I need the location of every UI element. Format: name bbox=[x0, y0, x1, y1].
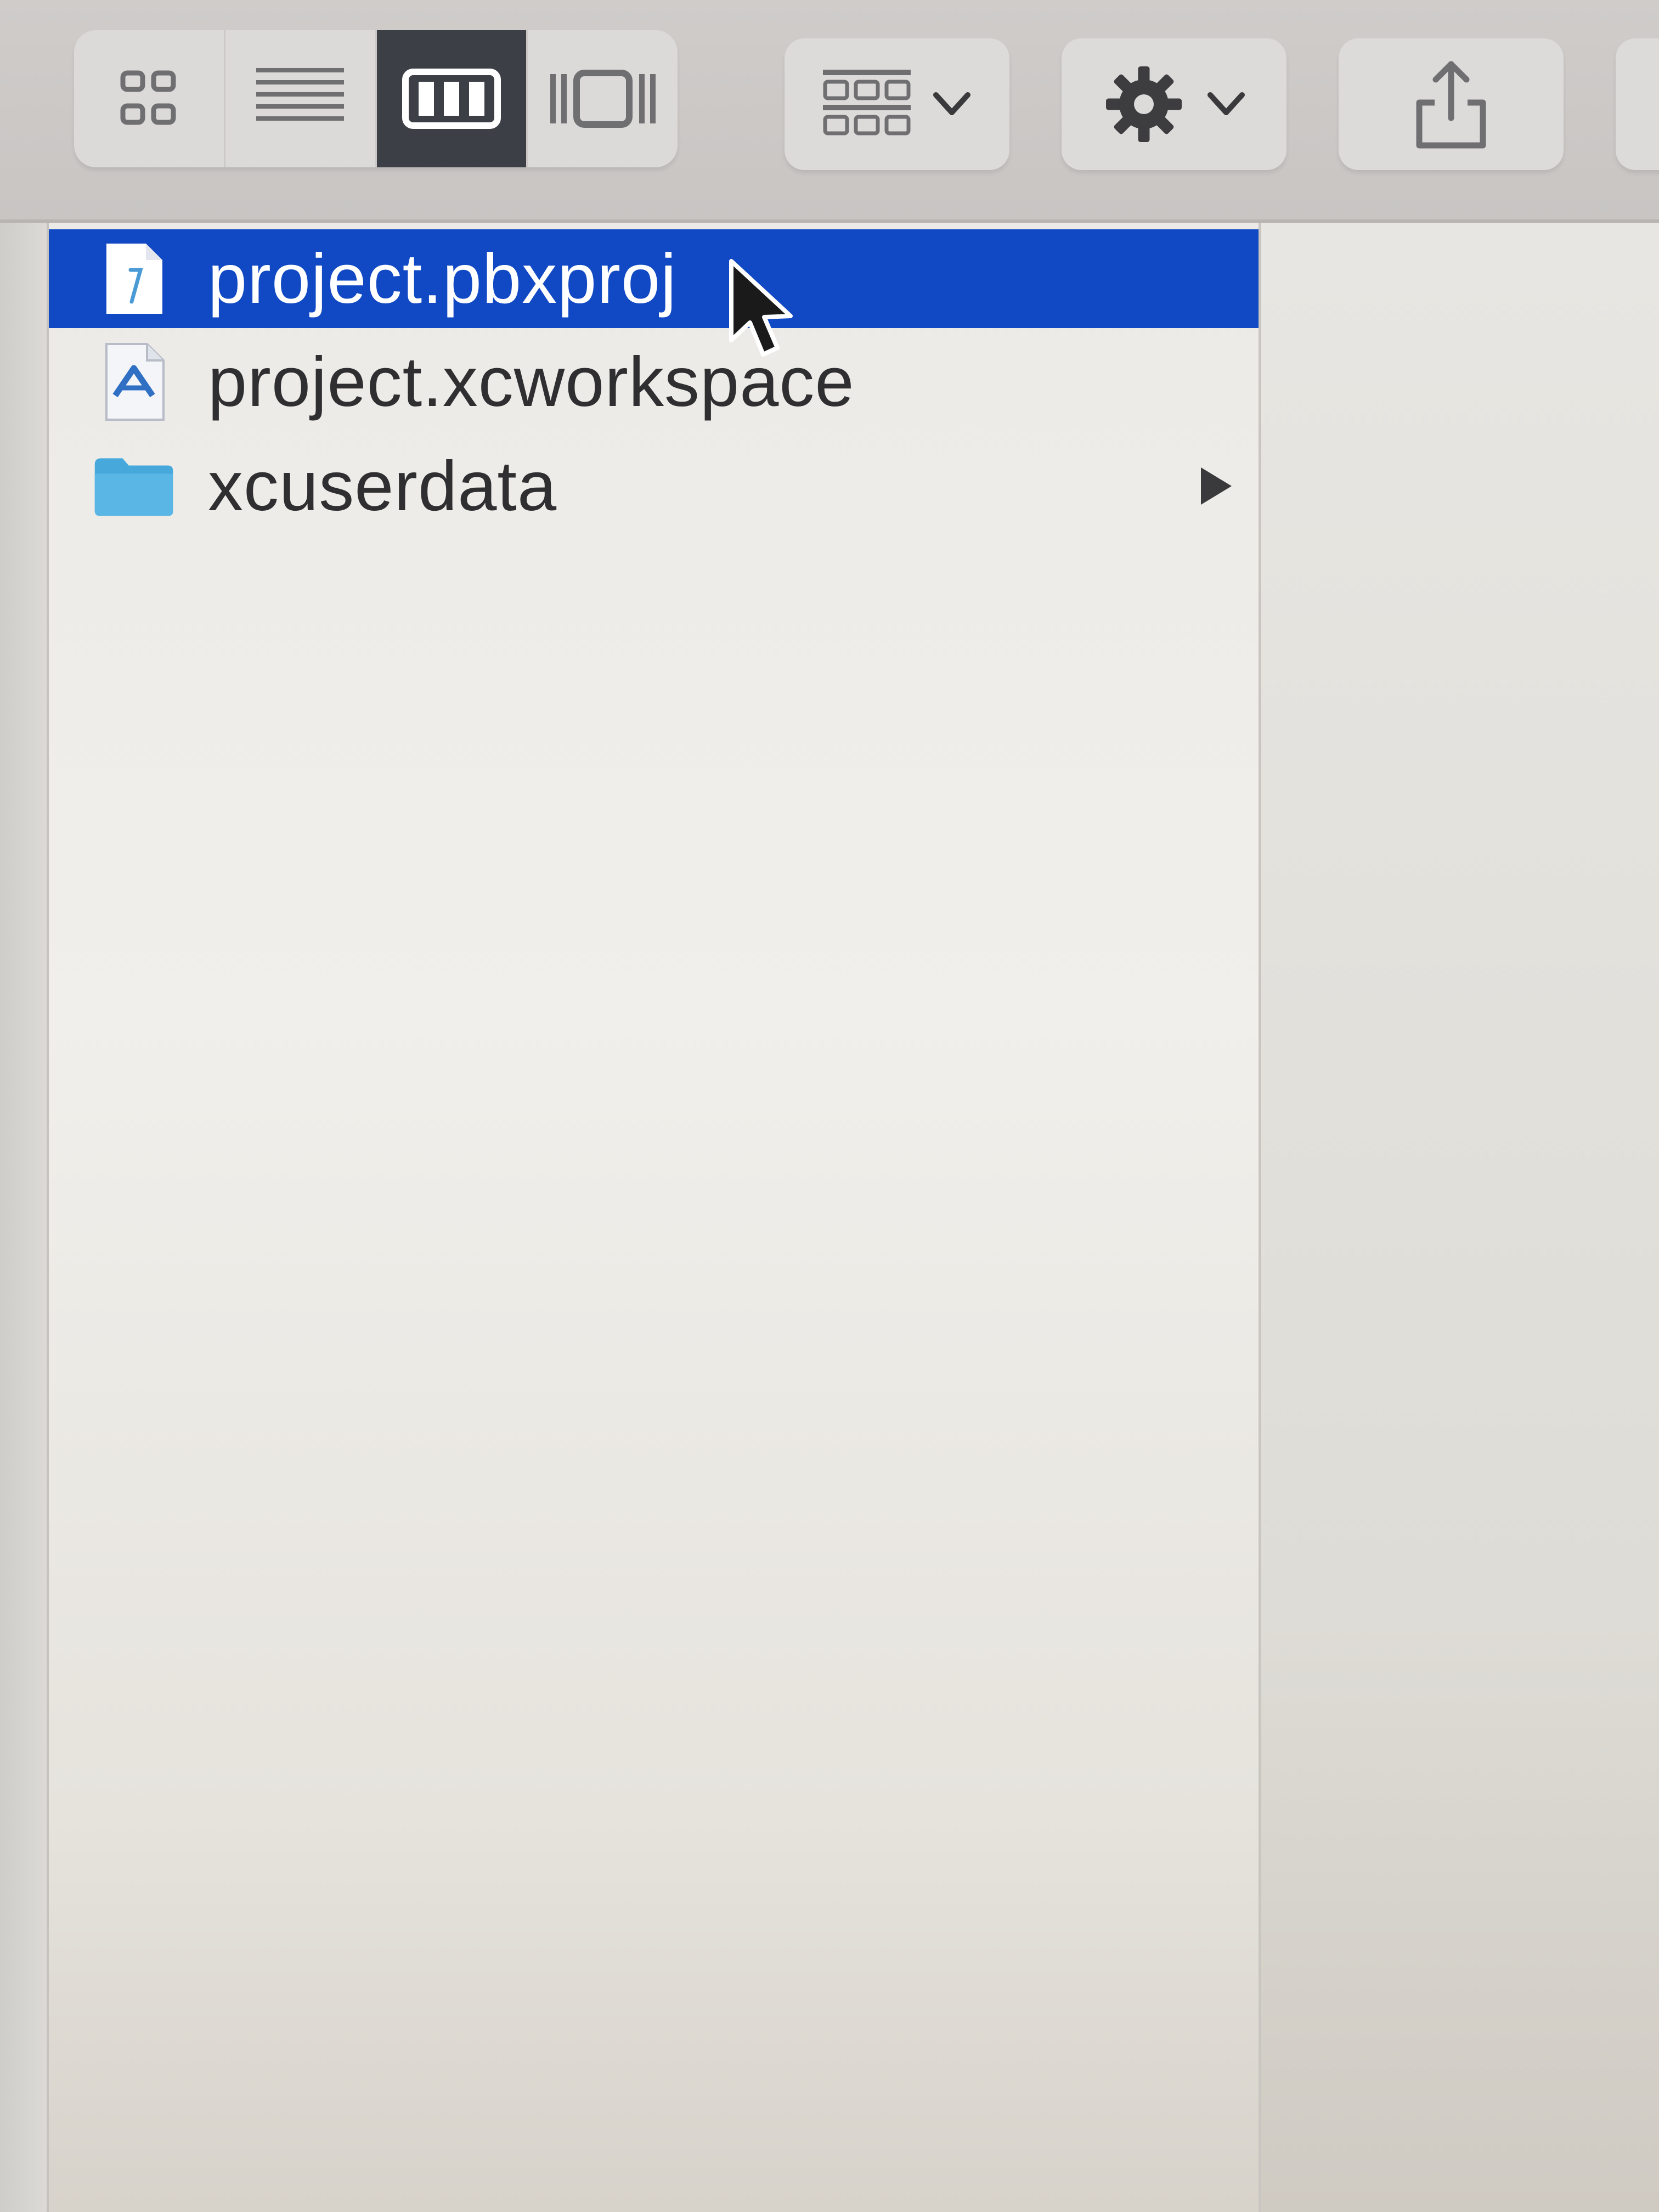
disclosure-triangle-icon[interactable] bbox=[1201, 467, 1232, 505]
column-browser: project.pbxproj project.xcworkspace xcus… bbox=[0, 223, 1659, 2212]
icon-view-icon bbox=[120, 70, 176, 125]
chevron-down-icon bbox=[933, 92, 970, 115]
toolbar-button[interactable] bbox=[1616, 38, 1659, 170]
action-button[interactable] bbox=[1062, 38, 1286, 170]
icon-view-button[interactable] bbox=[74, 30, 225, 167]
document-icon bbox=[93, 238, 175, 320]
file-column[interactable]: project.pbxproj project.xcworkspace xcus… bbox=[49, 223, 1261, 2212]
share-button[interactable] bbox=[1339, 38, 1564, 170]
group-icon bbox=[823, 70, 911, 136]
mouse-pointer-icon bbox=[729, 259, 793, 357]
gear-icon bbox=[1106, 66, 1182, 142]
list-view-button[interactable] bbox=[225, 30, 377, 167]
group-button[interactable] bbox=[785, 38, 1009, 170]
finder-window: project.pbxproj project.xcworkspace xcus… bbox=[0, 0, 1659, 2212]
chevron-down-icon bbox=[1207, 92, 1245, 115]
column-view-icon bbox=[402, 69, 501, 129]
preview-column bbox=[1261, 223, 1659, 2212]
share-icon bbox=[1416, 61, 1486, 149]
xcode-workspace-icon bbox=[93, 341, 175, 423]
gallery-view-button[interactable] bbox=[528, 30, 678, 167]
previous-column[interactable] bbox=[0, 223, 49, 2212]
list-item[interactable]: project.xcworkspace bbox=[49, 332, 1259, 431]
file-name: project.pbxproj bbox=[208, 239, 677, 318]
column-view-button[interactable] bbox=[376, 30, 528, 167]
view-mode-switcher bbox=[74, 30, 678, 167]
folder-name: xcuserdata bbox=[208, 447, 557, 526]
list-view-icon bbox=[256, 68, 345, 121]
gallery-view-icon bbox=[550, 70, 656, 128]
list-item[interactable]: xcuserdata bbox=[49, 437, 1259, 535]
list-item[interactable]: project.pbxproj bbox=[49, 229, 1259, 328]
toolbar bbox=[0, 0, 1659, 223]
folder-icon bbox=[93, 445, 175, 527]
